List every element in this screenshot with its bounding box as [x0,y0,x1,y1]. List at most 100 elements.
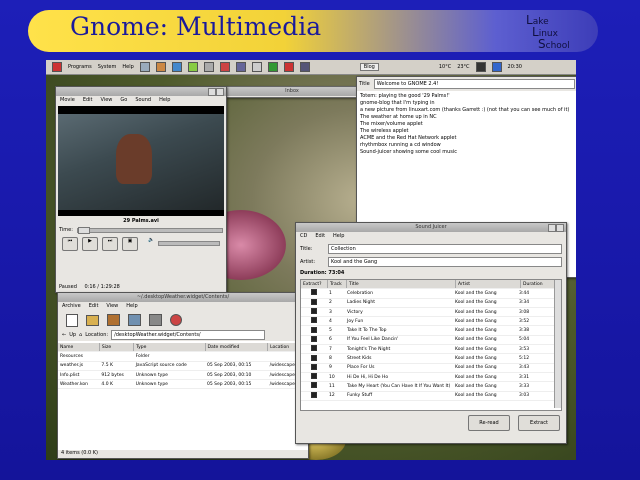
track-row[interactable]: 10 Hi De Hi, Hi De Ho Kool and the Gang 3:3… [301,372,555,383]
launcher-icon[interactable] [283,62,294,72]
foot-menu-icon[interactable] [52,62,62,72]
track-row[interactable]: 9 Place For Us Kool and the Gang 3:43 [301,363,555,373]
system-menu[interactable]: System [98,64,117,70]
table-row[interactable]: Resources Folder [58,351,306,362]
blog-title-field[interactable]: Welcome to GNOME 2.4! [373,79,575,89]
launcher-icon[interactable] [155,62,166,72]
totem-menu-view[interactable]: View [101,96,113,105]
totem-menu-go[interactable]: Go [120,96,127,105]
reread-button[interactable]: Re-read [468,415,510,431]
file-list[interactable]: Name Size Type Date modified Location Re… [58,343,306,390]
next-button[interactable]: ⏭ [102,237,118,251]
track-list[interactable]: Extract? Track Title Artist Duration 1 Ce… [300,279,562,411]
home-icon[interactable]: ⌂ [79,332,82,338]
totem-menu-movie[interactable]: Movie [60,96,75,105]
extract-checkbox[interactable] [301,316,327,327]
extract-checkbox[interactable] [301,391,327,401]
back-icon[interactable]: ← [62,332,66,338]
track-row[interactable]: 8 Street Kids Kool and the Gang 5:12 [301,353,555,364]
sound-juicer-titlebar[interactable]: Sound Juicer [296,223,566,232]
blog-body[interactable]: Totem: playing the good '29 Palms!' gnom… [357,91,576,158]
totem-menu-help[interactable]: Help [159,96,170,105]
nautilus-menu-view[interactable]: View [106,302,118,311]
previous-button[interactable]: ⏮ [62,237,78,251]
extract-checkbox[interactable] [301,289,327,299]
column-type[interactable]: Type [133,343,206,353]
maximize-icon[interactable] [208,88,216,96]
add-icon[interactable] [128,314,141,326]
sound-juicer-window[interactable]: Sound Juicer CD Edit Help Title: Collect… [295,222,567,444]
column-extract[interactable]: Extract? [301,280,328,290]
applications-menu[interactable]: Programs [68,64,92,70]
close-icon[interactable] [216,88,224,96]
extract-checkbox[interactable] [301,353,327,364]
sj-menu-edit[interactable]: Edit [315,232,325,241]
up-button[interactable]: Up [69,332,76,338]
track-list-scrollbar[interactable] [554,280,561,408]
track-row[interactable]: 6 If You Feel Like Dancin' Kool and the Ga… [301,335,555,346]
stop-icon[interactable] [170,314,182,326]
network-icon[interactable] [491,62,502,72]
blog-button[interactable]: Blog [359,63,379,71]
extract-checkbox[interactable] [301,372,327,383]
launcher-icon[interactable] [203,62,214,72]
video-area[interactable] [58,106,224,216]
fullscreen-button[interactable]: ▣ [122,237,138,251]
track-row[interactable]: 7 Tonight's The Night Kool and the Gang 3:5… [301,344,555,355]
extract-button[interactable]: Extract [518,415,560,431]
sj-artist-field[interactable]: Kool and the Gang [328,257,562,267]
column-title[interactable]: Title [346,280,456,290]
track-row[interactable]: 3 Victory Kool and the Gang 3:08 [301,307,555,318]
extract-checkbox[interactable] [301,335,327,346]
inbox-titlebar[interactable]: Inbox [227,87,357,96]
extract-checkbox[interactable] [301,363,327,373]
extract-checkbox[interactable] [301,298,327,308]
close-icon[interactable] [556,224,564,232]
sj-title-field[interactable]: Collection [328,244,562,254]
nautilus-window[interactable]: ~/.desktopWeather.widget/Contents/ Archi… [57,292,309,459]
nautilus-menu-archive[interactable]: Archive [62,302,81,311]
column-artist[interactable]: Artist [455,280,521,290]
table-row[interactable]: Info.plist 912 bytes Unknown type 05 Sep… [58,370,306,381]
sj-menu-cd[interactable]: CD [300,232,307,241]
launcher-icon[interactable] [171,62,182,72]
view-icon[interactable] [149,314,162,326]
totem-titlebar[interactable] [56,87,226,96]
launcher-icon[interactable] [219,62,230,72]
track-row[interactable]: 4 Joy Fun Kool and the Gang 3:52 [301,316,555,327]
open-folder-icon[interactable] [86,314,99,326]
seek-slider[interactable] [76,226,223,234]
track-row[interactable]: 2 Ladies Night Kool and the Gang 3:34 [301,298,555,308]
launcher-icon[interactable] [267,62,278,72]
extract-checkbox[interactable] [301,325,327,336]
extract-checkbox[interactable] [301,381,327,392]
extract-checkbox[interactable] [301,307,327,318]
track-row[interactable]: 1 Celebration Kool and the Gang 3:44 [301,289,555,299]
seek-handle[interactable] [77,226,90,234]
totem-window[interactable]: Movie Edit View Go Sound Help 29 Palms.a… [55,86,227,293]
new-file-icon[interactable] [66,313,78,327]
nautilus-titlebar[interactable]: ~/.desktopWeather.widget/Contents/ [58,293,308,302]
totem-menu-sound[interactable]: Sound [135,96,151,105]
table-row[interactable]: weather.js 7.5 K JavaScript source code … [58,361,306,371]
column-duration[interactable]: Duration [520,280,555,290]
nautilus-menu-edit[interactable]: Edit [89,302,99,311]
launcher-icon[interactable] [235,62,246,72]
column-name[interactable]: Name [58,343,100,353]
table-row[interactable]: Weather.kon 4.0 K Unknown type 05 Sep 20… [58,379,306,390]
totem-menu-edit[interactable]: Edit [83,96,93,105]
column-size[interactable]: Size [99,343,135,353]
maximize-icon[interactable] [548,224,556,232]
nautilus-menu-help[interactable]: Help [126,302,137,311]
launcher-icon[interactable] [251,62,262,72]
help-menu[interactable]: Help [122,64,133,70]
sj-menu-help[interactable]: Help [333,232,344,241]
track-row[interactable]: 12 Funky Stuff Kool and the Gang 3:03 [301,391,555,401]
column-date[interactable]: Date modified [205,343,269,353]
volume-slider[interactable] [158,241,220,246]
launcher-icon[interactable] [139,62,150,72]
launcher-icon[interactable] [299,62,310,72]
track-row[interactable]: 5 Take It To The Top Kool and the Gang 3:38 [301,325,555,336]
play-button[interactable]: ▶ [82,237,98,251]
extract-icon[interactable] [107,314,120,326]
